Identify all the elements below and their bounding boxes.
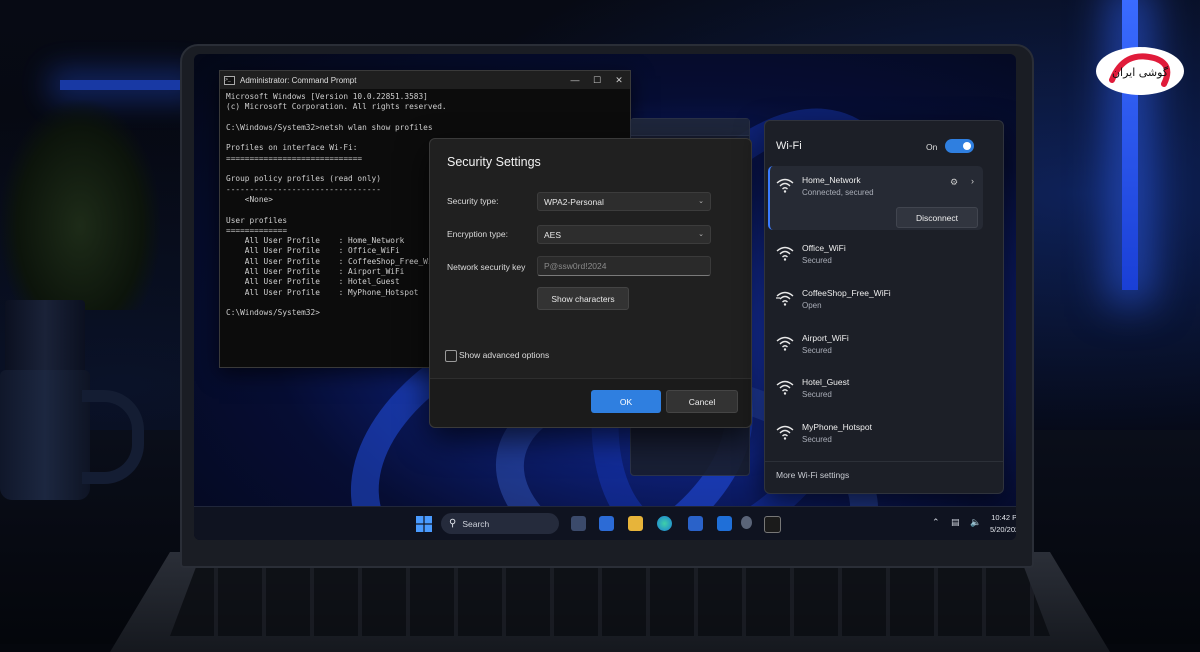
more-wifi-settings-link[interactable]: More Wi-Fi settings (776, 470, 849, 480)
wifi-toggle[interactable] (945, 139, 974, 153)
network-name: MyPhone_Hotspot (802, 422, 872, 432)
outlook-icon[interactable] (717, 516, 732, 531)
wifi-secured-icon (776, 380, 794, 395)
windows-start-icon[interactable] (416, 516, 432, 532)
cmd-title: Administrator: Command Prompt (240, 75, 357, 85)
network-status: Secured (802, 346, 832, 355)
network-name: Office_WiFi (802, 243, 846, 253)
terminal-icon[interactable] (764, 516, 781, 533)
background-window-titlebar[interactable] (631, 119, 749, 136)
network-item-hotspot[interactable]: MyPhone_Hotspot Secured (776, 420, 976, 450)
network-tray-icon[interactable]: ▤ (951, 517, 960, 528)
cancel-button[interactable]: Cancel (666, 390, 738, 413)
disconnect-button[interactable]: Disconnect (896, 207, 978, 228)
network-item-office[interactable]: Office_WiFi Secured (776, 241, 976, 271)
wifi-secured-icon (776, 246, 794, 261)
clock[interactable]: 10:42 PM 5/20/2024 (990, 512, 1016, 536)
network-status: Open (802, 301, 822, 310)
taskbar-search-label: Search (462, 518, 490, 529)
network-item-airport[interactable]: Airport_WiFi Secured (776, 331, 976, 361)
logo-icon: گوشی ایران (1096, 47, 1184, 95)
show-advanced-checkbox[interactable] (445, 350, 457, 362)
logo-text: گوشی ایران (1112, 66, 1169, 79)
wifi-toggle-label: On (926, 142, 938, 152)
network-status: Connected, secured (802, 188, 874, 197)
task-view-icon[interactable] (571, 516, 586, 531)
chevron-down-icon: ⌄ (698, 198, 704, 205)
file-explorer-icon[interactable] (628, 516, 643, 531)
network-key-value: P@ssw0rd!2024 (544, 261, 607, 271)
network-name: Home_Network (802, 175, 861, 185)
network-item-home[interactable]: Home_Network Connected, secured ⚙ › (776, 173, 976, 203)
edge-icon[interactable] (657, 516, 672, 531)
shelf-light (60, 80, 190, 90)
network-item-hotel[interactable]: Hotel_Guest Secured (776, 375, 976, 405)
show-characters-button[interactable]: Show characters (537, 287, 629, 310)
encryption-type-select[interactable]: AES ⌄ (537, 225, 711, 244)
wifi-signal-icon (776, 178, 794, 193)
maximize-button[interactable]: ☐ (586, 75, 608, 86)
security-type-select[interactable]: WPA2-Personal ⌄ (537, 192, 711, 211)
laptop-keyboard (170, 566, 1050, 636)
plant (0, 100, 160, 310)
widgets-icon[interactable] (599, 516, 614, 531)
security-settings-dialog: Security Settings Security type: WPA2-Pe… (429, 138, 752, 428)
security-type-label: Security type: (447, 196, 499, 206)
security-type-value: WPA2-Personal (544, 196, 604, 207)
search-icon: ⚲ (449, 518, 457, 529)
volume-icon[interactable]: 🔈 (970, 517, 981, 528)
ok-button[interactable]: OK (591, 390, 661, 413)
help-icon[interactable] (741, 516, 752, 529)
laptop-screen: >_ Administrator: Command Prompt — ☐ ✕ M… (194, 54, 1016, 540)
network-name: Airport_WiFi (802, 333, 849, 343)
divider (765, 461, 1003, 462)
network-name: Hotel_Guest (802, 377, 850, 387)
network-item-coffeeshop[interactable]: CoffeeShop_Free_WiFi Open (776, 286, 976, 316)
encryption-type-value: AES (544, 229, 562, 240)
clock-time: 10:42 PM (991, 513, 1016, 522)
network-status: Secured (802, 256, 832, 265)
dialog-title: Security Settings (447, 155, 541, 169)
minimize-button[interactable]: — (564, 75, 586, 85)
terminal-icon: >_ (224, 75, 235, 85)
network-key-label: Network security key (447, 262, 526, 272)
mug (0, 370, 90, 500)
close-button[interactable]: ✕ (608, 75, 630, 86)
wifi-title: Wi-Fi (776, 140, 802, 152)
network-name: CoffeeShop_Free_WiFi (802, 288, 891, 298)
taskbar: ⚲ Search ⌃ ▤ 🔈 10:42 PM 5/20/2024 (194, 506, 1016, 540)
wifi-open-icon (776, 291, 794, 306)
wifi-secured-icon (776, 336, 794, 351)
taskbar-search[interactable]: ⚲ Search (441, 513, 559, 534)
chevron-right-icon[interactable]: › (971, 176, 974, 186)
cmd-titlebar[interactable]: >_ Administrator: Command Prompt — ☐ ✕ (220, 71, 630, 89)
show-advanced-label: Show advanced options (459, 350, 550, 360)
network-key-input[interactable]: P@ssw0rd!2024 (537, 256, 711, 276)
properties-icon[interactable]: ⚙ (950, 177, 958, 188)
network-status: Secured (802, 435, 832, 444)
chevron-up-icon[interactable]: ⌃ (932, 517, 940, 528)
clock-date: 5/20/2024 (990, 525, 1016, 534)
wifi-flyout: Wi-Fi On Home_Network Connected, secured… (764, 120, 1004, 494)
store-icon[interactable] (688, 516, 703, 531)
brand-logo: گوشی ایران (1094, 40, 1186, 102)
chevron-down-icon: ⌄ (698, 231, 704, 238)
wifi-secured-icon (776, 425, 794, 440)
encryption-type-label: Encryption type: (447, 229, 508, 239)
network-status: Secured (802, 390, 832, 399)
